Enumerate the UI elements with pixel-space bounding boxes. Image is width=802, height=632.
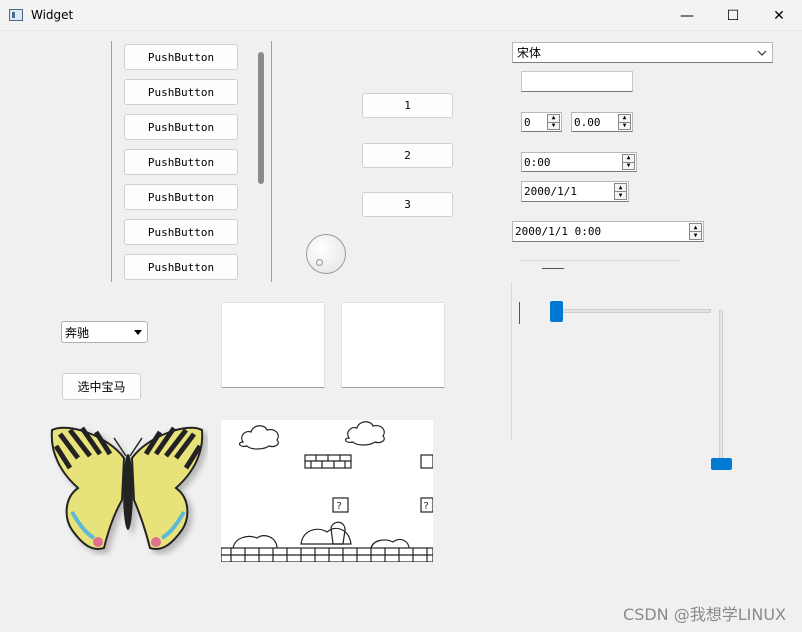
int-spinbox-value: 0	[524, 115, 531, 129]
font-combo[interactable]: 宋体	[512, 42, 773, 63]
time-edit-value: 0:00	[524, 155, 551, 169]
watermark: CSDN @我想学LINUX	[623, 605, 786, 624]
question-block-icon: ?	[423, 501, 429, 512]
dropdown-arrow-icon	[134, 330, 142, 335]
app-icon	[9, 9, 23, 21]
horizontal-scrollbar-small[interactable]	[542, 268, 564, 269]
scrollbar-thumb[interactable]	[258, 52, 264, 184]
select-bmw-button[interactable]: 选中宝马	[62, 373, 141, 400]
font-combo-value: 宋体	[517, 46, 542, 60]
button-2[interactable]: 2	[362, 143, 453, 168]
horizontal-slider-track[interactable]	[556, 309, 711, 313]
spin-down-icon[interactable]: ▼	[690, 231, 701, 239]
int-spinbox[interactable]: 0 ▲ ▼	[521, 112, 562, 132]
close-button[interactable]: ✕	[756, 0, 802, 31]
scroll-area-border-left	[111, 41, 112, 282]
push-button-6[interactable]: PushButton	[124, 219, 238, 245]
minimize-button[interactable]: —	[664, 0, 710, 31]
datetime-edit-value: 2000/1/1 0:00	[515, 225, 602, 238]
button-3[interactable]: 3	[362, 192, 453, 217]
time-edit[interactable]: 0:00 ▲ ▼	[521, 152, 637, 172]
car-combo[interactable]: 奔驰	[61, 321, 148, 343]
horizontal-line	[520, 260, 680, 261]
spin-up-icon[interactable]: ▲	[690, 224, 701, 231]
maximize-button[interactable]: ☐	[710, 0, 756, 31]
butterfly-image	[50, 426, 204, 550]
dial[interactable]	[306, 234, 346, 274]
scroll-area-border-right	[271, 41, 272, 282]
button-1[interactable]: 1	[362, 93, 453, 118]
push-button-4[interactable]: PushButton	[124, 149, 238, 175]
question-block-icon: ?	[336, 501, 342, 512]
chevron-down-icon	[757, 50, 767, 56]
line-edit[interactable]	[521, 71, 633, 92]
vertical-line	[511, 282, 512, 440]
spin-down-icon[interactable]: ▼	[548, 121, 559, 130]
game-scene-image: ? ?	[221, 420, 433, 562]
vertical-slider-track[interactable]	[719, 310, 723, 462]
window-title: Widget	[31, 8, 74, 22]
horizontal-slider-handle[interactable]	[550, 301, 563, 322]
date-edit-value: 2000/1/1	[524, 185, 577, 198]
spin-down-icon[interactable]: ▼	[623, 161, 634, 170]
push-button-2[interactable]: PushButton	[124, 79, 238, 105]
vertical-scrollbar-small[interactable]	[519, 302, 520, 324]
push-button-5[interactable]: PushButton	[124, 184, 238, 210]
vertical-slider-handle[interactable]	[711, 458, 732, 470]
car-combo-value: 奔驰	[65, 325, 90, 340]
double-spinbox-value: 0.00	[574, 115, 601, 129]
double-spinbox[interactable]: 0.00 ▲ ▼	[571, 112, 633, 132]
frame-panel-left	[221, 302, 325, 388]
spin-up-icon[interactable]: ▲	[615, 184, 626, 191]
spin-down-icon[interactable]: ▼	[615, 191, 626, 199]
date-edit[interactable]: 2000/1/1 ▲ ▼	[521, 181, 629, 202]
frame-panel-right	[341, 302, 445, 388]
push-button-7[interactable]: PushButton	[124, 254, 238, 280]
push-button-3[interactable]: PushButton	[124, 114, 238, 140]
dial-notch	[316, 259, 323, 266]
push-button-1[interactable]: PushButton	[124, 44, 238, 70]
datetime-edit[interactable]: 2000/1/1 0:00 ▲ ▼	[512, 221, 704, 242]
spin-down-icon[interactable]: ▼	[619, 121, 630, 130]
